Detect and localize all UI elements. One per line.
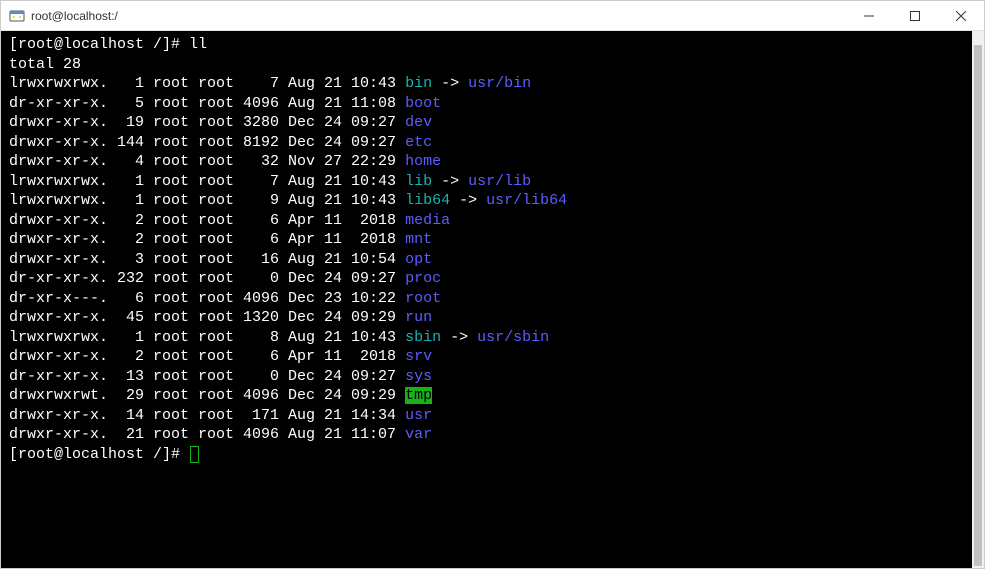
listing-row: drwxr-xr-x. 2 root root 6 Apr 11 2018 sr… — [9, 347, 976, 367]
file-name: opt — [405, 251, 432, 268]
terminal-scrollbar[interactable] — [972, 31, 984, 568]
file-name: bin — [405, 75, 432, 92]
prompt-line: [root@localhost /]# ll — [9, 35, 976, 55]
window-title: root@localhost:/ — [31, 9, 846, 23]
listing-row: dr-xr-xr-x. 5 root root 4096 Aug 21 11:0… — [9, 94, 976, 114]
listing-row: lrwxrwxrwx. 1 root root 7 Aug 21 10:43 l… — [9, 172, 976, 192]
file-name: lib — [405, 173, 432, 190]
listing-row: lrwxrwxrwx. 1 root root 8 Aug 21 10:43 s… — [9, 328, 976, 348]
file-name: srv — [405, 348, 432, 365]
window-controls — [846, 1, 984, 30]
file-name: root — [405, 290, 441, 307]
file-name: dev — [405, 114, 432, 131]
link-target: usr/lib — [468, 173, 531, 190]
file-name: run — [405, 309, 432, 326]
listing-row: drwxr-xr-x. 3 root root 16 Aug 21 10:54 … — [9, 250, 976, 270]
file-name: lib64 — [405, 192, 450, 209]
listing-row: drwxr-xr-x. 2 root root 6 Apr 11 2018 mn… — [9, 230, 976, 250]
listing-row: drwxrwxrwt. 29 root root 4096 Dec 24 09:… — [9, 386, 976, 406]
link-target: usr/sbin — [477, 329, 549, 346]
file-name: sys — [405, 368, 432, 385]
total-line: total 28 — [9, 55, 976, 75]
file-name: proc — [405, 270, 441, 287]
link-target: usr/lib64 — [486, 192, 567, 209]
maximize-button[interactable] — [892, 1, 938, 30]
file-name: home — [405, 153, 441, 170]
file-name: media — [405, 212, 450, 229]
cursor — [190, 446, 199, 463]
file-name: etc — [405, 134, 432, 151]
window-titlebar[interactable]: root@localhost:/ — [1, 1, 984, 31]
file-name: tmp — [405, 387, 432, 404]
app-icon — [9, 8, 25, 24]
listing-row: drwxr-xr-x. 19 root root 3280 Dec 24 09:… — [9, 113, 976, 133]
prompt-line-empty: [root@localhost /]# — [9, 445, 976, 465]
file-name: usr — [405, 407, 432, 424]
file-name: mnt — [405, 231, 432, 248]
listing-row: dr-xr-xr-x. 13 root root 0 Dec 24 09:27 … — [9, 367, 976, 387]
listing-row: drwxr-xr-x. 14 root root 171 Aug 21 14:3… — [9, 406, 976, 426]
close-button[interactable] — [938, 1, 984, 30]
file-name: boot — [405, 95, 441, 112]
listing-row: drwxr-xr-x. 2 root root 6 Apr 11 2018 me… — [9, 211, 976, 231]
listing-row: drwxr-xr-x. 21 root root 4096 Aug 21 11:… — [9, 425, 976, 445]
minimize-button[interactable] — [846, 1, 892, 30]
link-target: usr/bin — [468, 75, 531, 92]
listing-row: lrwxrwxrwx. 1 root root 9 Aug 21 10:43 l… — [9, 191, 976, 211]
listing-row: drwxr-xr-x. 144 root root 8192 Dec 24 09… — [9, 133, 976, 153]
listing-row: lrwxrwxrwx. 1 root root 7 Aug 21 10:43 b… — [9, 74, 976, 94]
file-name: sbin — [405, 329, 441, 346]
listing-row: drwxr-xr-x. 45 root root 1320 Dec 24 09:… — [9, 308, 976, 328]
scrollbar-thumb[interactable] — [974, 45, 982, 566]
file-name: var — [405, 426, 432, 443]
listing-row: dr-xr-xr-x. 232 root root 0 Dec 24 09:27… — [9, 269, 976, 289]
listing-row: drwxr-xr-x. 4 root root 32 Nov 27 22:29 … — [9, 152, 976, 172]
listing-row: dr-xr-x---. 6 root root 4096 Dec 23 10:2… — [9, 289, 976, 309]
terminal-area[interactable]: [root@localhost /]# lltotal 28lrwxrwxrwx… — [1, 31, 984, 568]
